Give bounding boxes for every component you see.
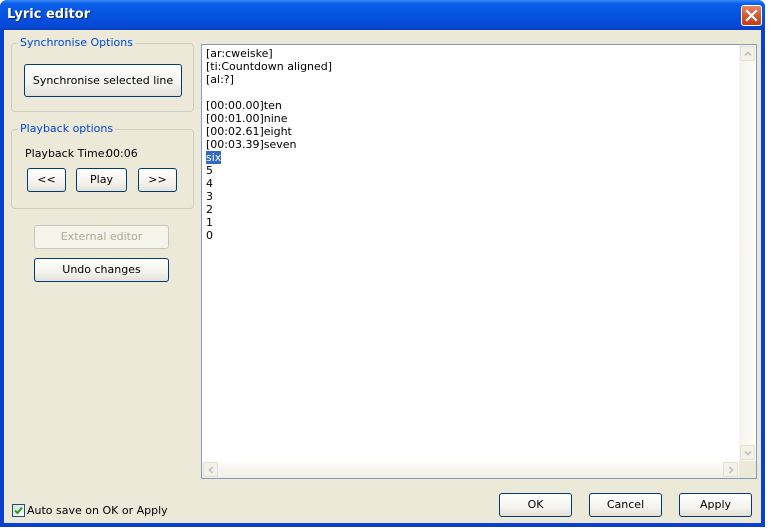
undo-changes-button[interactable]: Undo changes (34, 258, 169, 282)
apply-button[interactable]: Apply (679, 493, 752, 517)
close-icon (745, 9, 758, 22)
vertical-scrollbar[interactable] (739, 45, 756, 461)
rewind-button-label: << (37, 173, 56, 186)
synchronise-selected-line-button[interactable]: Synchronise selected line (24, 64, 182, 97)
scroll-down-button[interactable] (740, 445, 755, 460)
autosave-checkbox[interactable] (12, 504, 25, 517)
playback-time-value: 00:06 (106, 147, 138, 160)
external-editor-label: External editor (60, 230, 143, 243)
ok-button-label: OK (527, 498, 544, 511)
lyric-line[interactable]: [ar:cweiske] (206, 47, 332, 60)
lyric-line[interactable]: 1 (206, 216, 332, 229)
lyric-line-text: [ti:Countdown aligned] (206, 60, 333, 73)
lyric-line-text: 1 (206, 216, 213, 229)
checkmark-icon (14, 506, 23, 515)
sync-options-group: Synchronise Options Synchronise selected… (11, 36, 194, 112)
lyric-line[interactable]: [al:?] (206, 73, 332, 86)
forward-button[interactable]: >> (138, 168, 177, 192)
cancel-button[interactable]: Cancel (589, 493, 662, 517)
play-button-label: Play (90, 173, 113, 186)
ok-button[interactable]: OK (499, 493, 572, 517)
autosave-label[interactable]: Auto save on OK or Apply (27, 504, 168, 517)
lyric-editor-window: Lyric editor Synchronise Options Synchro… (0, 0, 765, 527)
scroll-right-button[interactable] (723, 462, 738, 477)
synchronise-button-label: Synchronise selected line (32, 74, 174, 87)
lyric-line-text: 2 (206, 203, 213, 216)
chevron-up-icon (744, 51, 752, 57)
chevron-down-icon (744, 450, 752, 456)
lyric-line[interactable]: [00:03.39]seven (206, 138, 332, 151)
dialog-body: Synchronise Options Synchronise selected… (4, 30, 761, 523)
lyric-line-text: [00:03.39]seven (206, 138, 297, 151)
lyric-line-text: [00:01.00]nine (206, 112, 288, 125)
forward-button-label: >> (148, 173, 167, 186)
horizontal-scrollbar[interactable] (202, 461, 739, 478)
lyric-line[interactable]: [00:00.00]ten (206, 99, 332, 112)
lyric-line[interactable]: 0 (206, 229, 332, 242)
rewind-button[interactable]: << (27, 168, 66, 192)
lyric-line-text: 5 (206, 164, 213, 177)
sync-options-legend: Synchronise Options (18, 36, 135, 49)
lyric-line[interactable]: 5 (206, 164, 332, 177)
scroll-up-button[interactable] (740, 46, 755, 61)
apply-button-label: Apply (699, 498, 732, 511)
lyric-line[interactable]: [00:01.00]nine (206, 112, 332, 125)
scroll-left-button[interactable] (203, 462, 218, 477)
playback-options-group: Playback options Playback Time: 00:06 <<… (11, 122, 194, 209)
lyrics-text-area[interactable]: [ar:cweiske] [ti:Countdown aligned] [al:?]… (201, 44, 757, 479)
lyric-line[interactable]: six (206, 151, 332, 164)
scrollbar-corner (739, 461, 756, 478)
chevron-left-icon (208, 466, 214, 474)
lyrics-lines[interactable]: [ar:cweiske] [ti:Countdown aligned] [al:?]… (206, 47, 332, 242)
close-button[interactable] (741, 5, 762, 26)
play-button[interactable]: Play (76, 168, 127, 192)
playback-options-legend: Playback options (18, 122, 116, 135)
chevron-right-icon (728, 466, 734, 474)
lyric-line-text: [00:00.00]ten (206, 99, 282, 112)
lyric-line[interactable]: [00:02.61]eight (206, 125, 332, 138)
lyric-line-text: [00:02.61]eight (206, 125, 292, 138)
playback-time-label: Playback Time: (25, 147, 109, 160)
lyric-line-text: 0 (206, 229, 213, 242)
lyric-line-text: 4 (206, 177, 213, 190)
title-bar[interactable]: Lyric editor (0, 0, 765, 30)
external-editor-button: External editor (34, 225, 169, 249)
lyric-line-text: [ar:cweiske] (206, 47, 273, 60)
lyric-line[interactable]: 4 (206, 177, 332, 190)
cancel-button-label: Cancel (606, 498, 645, 511)
lyric-line[interactable]: 2 (206, 203, 332, 216)
lyric-line-text: [al:?] (206, 73, 234, 86)
undo-changes-label: Undo changes (62, 263, 141, 276)
selected-text: six (206, 151, 222, 164)
window-title: Lyric editor (7, 7, 91, 22)
lyric-line-text: 3 (206, 190, 213, 203)
lyric-line[interactable]: 3 (206, 190, 332, 203)
lyric-line[interactable]: [ti:Countdown aligned] (206, 60, 332, 73)
lyric-line[interactable] (206, 86, 332, 99)
